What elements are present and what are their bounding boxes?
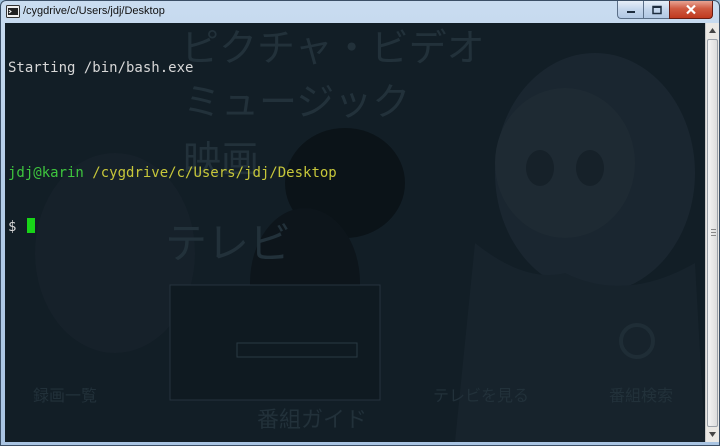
prompt-symbol: $ bbox=[8, 218, 25, 235]
maximize-button[interactable] bbox=[643, 1, 669, 19]
terminal-window: /cygdrive/c/Users/jdj/Desktop ピクチャ・ビデオ ミ… bbox=[0, 0, 720, 446]
user-host: jdj@karin bbox=[8, 165, 84, 181]
arrow-down-icon bbox=[709, 432, 716, 437]
startup-line: Starting /bin/bash.exe bbox=[8, 60, 194, 76]
maximize-icon bbox=[651, 5, 662, 14]
arrow-up-icon bbox=[709, 28, 716, 33]
wallpaper-menu-guide: 番組ガイド bbox=[257, 408, 367, 433]
thumb-grip-line bbox=[711, 229, 716, 230]
terminal-output: Starting /bin/bash.exe jdj@karin /cygdri… bbox=[8, 25, 337, 270]
caption-buttons bbox=[617, 1, 713, 19]
close-icon bbox=[686, 4, 696, 15]
minimize-button[interactable] bbox=[617, 1, 643, 19]
window-title: /cygdrive/c/Users/jdj/Desktop bbox=[23, 5, 165, 17]
close-button[interactable] bbox=[669, 1, 713, 19]
terminal-area[interactable]: ピクチャ・ビデオ ミュージック 映画 テレビ 録画一覧 テレビを見る 番組検索 … bbox=[5, 23, 705, 442]
title-bar[interactable]: /cygdrive/c/Users/jdj/Desktop bbox=[1, 1, 719, 23]
scroll-down-button[interactable] bbox=[706, 427, 719, 442]
minimize-icon bbox=[626, 10, 635, 13]
terminal-app-icon[interactable] bbox=[6, 5, 20, 18]
prompt-header: jdj@karin /cygdrive/c/Users/jdj/Desktop bbox=[8, 165, 337, 183]
wallpaper-menu-search: 番組検索 bbox=[609, 386, 673, 405]
thumb-grip-line bbox=[711, 235, 716, 236]
vertical-scrollbar[interactable] bbox=[705, 23, 719, 442]
current-directory: /cygdrive/c/Users/jdj/Desktop bbox=[92, 165, 337, 181]
text-cursor bbox=[26, 217, 35, 233]
wallpaper-menu-recorded: 録画一覧 bbox=[33, 386, 97, 405]
scroll-up-button[interactable] bbox=[706, 23, 719, 38]
thumb-grip-line bbox=[711, 232, 716, 233]
prompt-line[interactable]: $ bbox=[8, 217, 337, 236]
wallpaper-menu-watch-tv: テレビを見る bbox=[433, 386, 529, 405]
scroll-thumb[interactable] bbox=[707, 39, 718, 427]
